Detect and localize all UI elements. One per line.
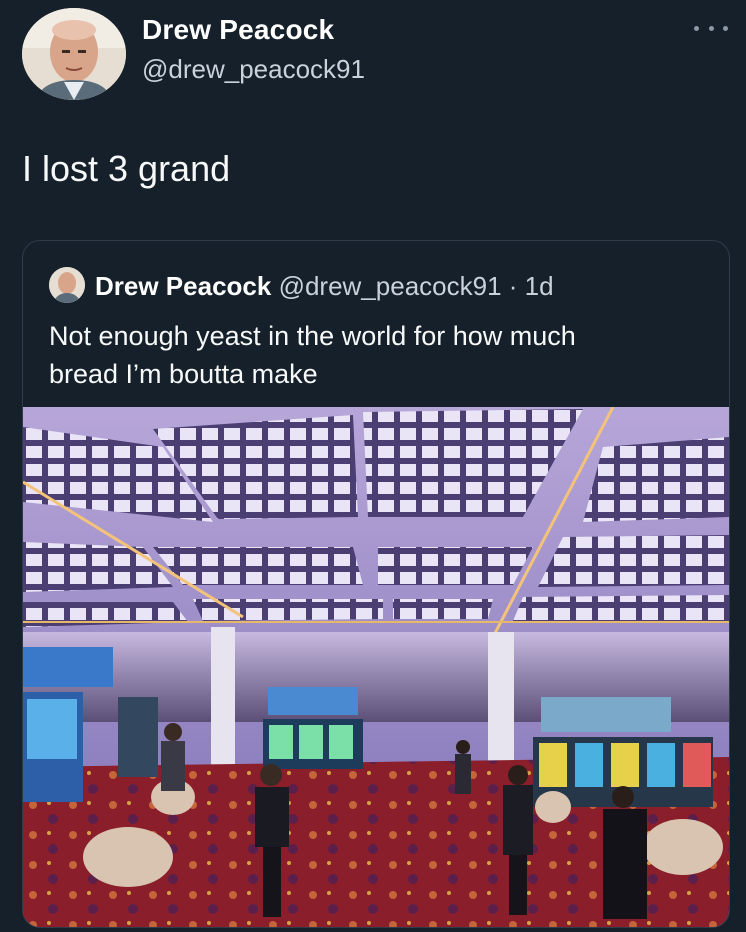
dot	[723, 25, 728, 31]
author-name[interactable]: Drew Peacock	[142, 14, 334, 46]
tweet: Drew Peacock @drew_peacock91 I lost 3 gr…	[0, 0, 746, 932]
quoted-text-line: bread I’m boutta make	[49, 359, 318, 389]
more-horizontal-icon[interactable]	[694, 18, 728, 38]
quoted-tweet-text: Not enough yeast in the world for how mu…	[49, 317, 709, 393]
quoted-author-name[interactable]: Drew Peacock	[95, 271, 271, 301]
author-handle[interactable]: @drew_peacock91	[142, 54, 365, 85]
quoted-tweet-card[interactable]: Drew Peacock @drew_peacock91 · 1d Not en…	[22, 240, 730, 928]
separator: ·	[508, 271, 518, 301]
quoted-author-avatar[interactable]	[49, 267, 85, 303]
quoted-tweet-time[interactable]: 1d	[525, 271, 554, 301]
casino-photo[interactable]	[23, 406, 729, 927]
author-avatar[interactable]	[22, 8, 126, 100]
quoted-author-handle[interactable]: @drew_peacock91	[279, 271, 502, 301]
tweet-text: I lost 3 grand	[22, 148, 231, 189]
quoted-tweet-header: Drew Peacock @drew_peacock91 · 1d	[95, 271, 554, 302]
dot	[694, 25, 699, 31]
quoted-text-line: Not enough yeast in the world for how mu…	[49, 321, 576, 351]
dot	[708, 25, 714, 31]
